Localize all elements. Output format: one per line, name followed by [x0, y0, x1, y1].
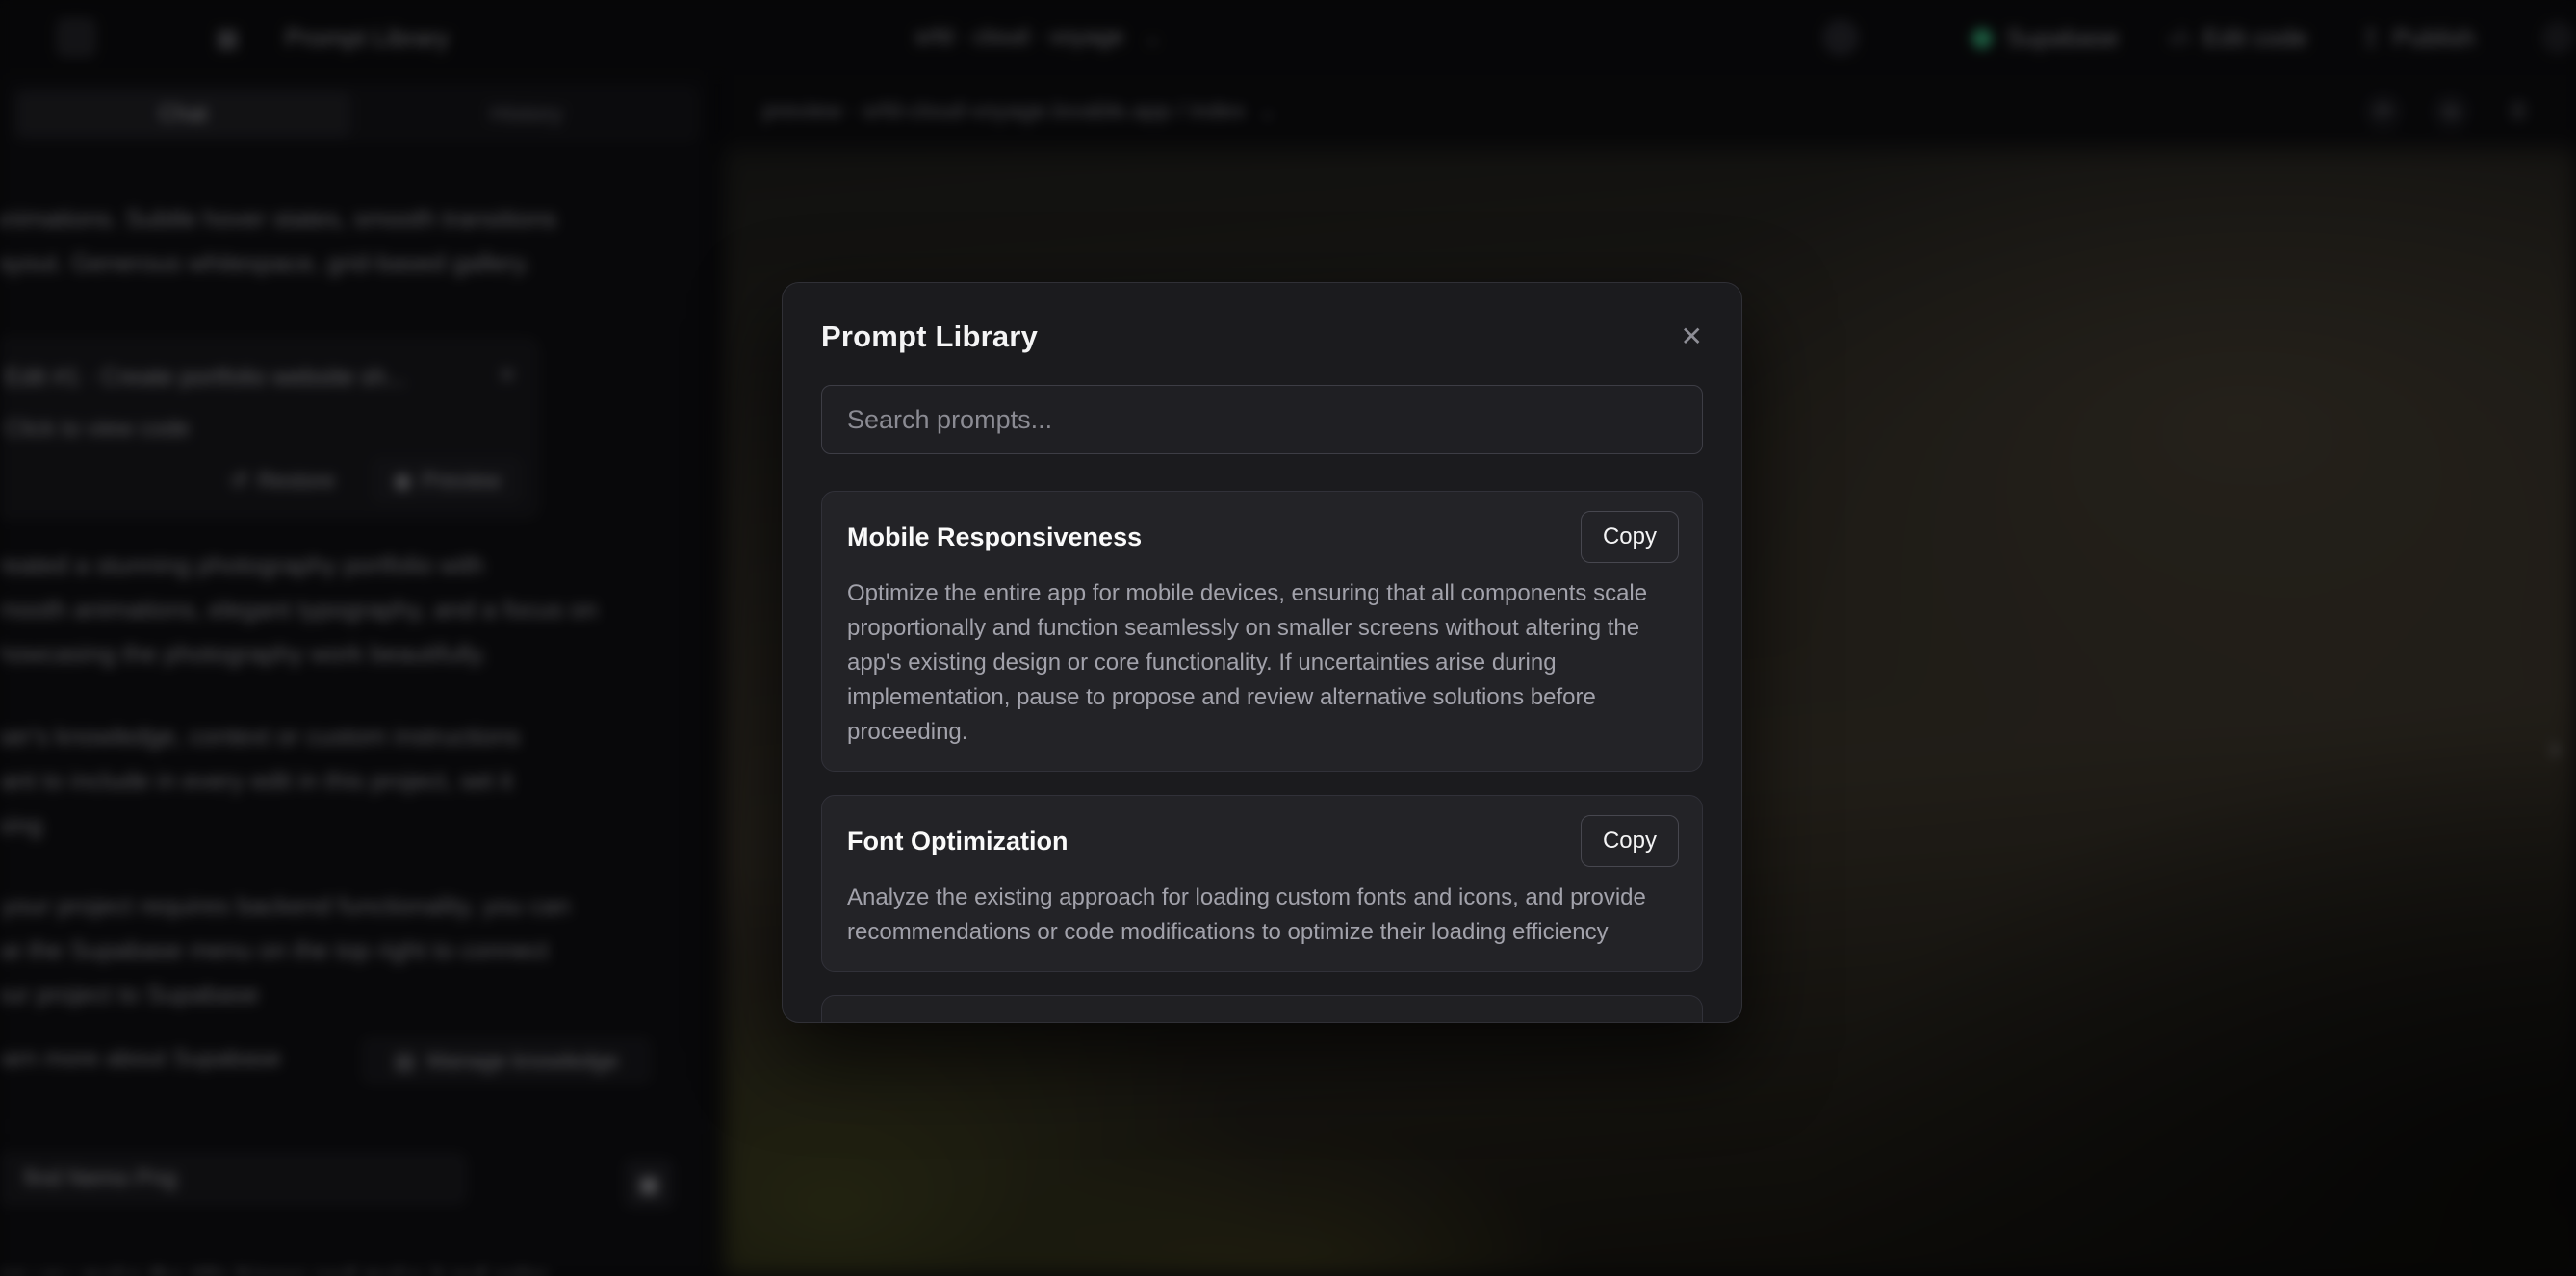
- prompt-description: Optimize the entire app for mobile devic…: [847, 576, 1679, 750]
- copy-button[interactable]: Copy: [1581, 511, 1679, 563]
- next-prompt-card-partial[interactable]: [821, 995, 1703, 1023]
- prompt-card-mobile-responsiveness: Mobile Responsiveness Copy Optimize the …: [821, 491, 1703, 772]
- prompt-card-header: Mobile Responsiveness Copy: [847, 511, 1679, 563]
- prompt-description: Analyze the existing approach for loadin…: [847, 880, 1679, 950]
- modal-header: Prompt Library ✕: [821, 319, 1703, 354]
- prompt-title: Mobile Responsiveness: [847, 523, 1142, 552]
- modal-title: Prompt Library: [821, 319, 1038, 354]
- prompt-list: Mobile Responsiveness Copy Optimize the …: [821, 491, 1703, 1023]
- screen: ▦ Prompt Library srfd · cloud · voyage ⌄…: [0, 0, 2576, 1276]
- prompt-library-modal: Prompt Library ✕ Mobile Responsiveness C…: [782, 282, 1742, 1023]
- copy-button[interactable]: Copy: [1581, 815, 1679, 867]
- search-input[interactable]: [821, 385, 1703, 454]
- prompt-card-header: Font Optimization Copy: [847, 815, 1679, 867]
- close-icon[interactable]: ✕: [1681, 323, 1703, 350]
- prompt-title: Font Optimization: [847, 827, 1068, 856]
- prompt-card-font-optimization: Font Optimization Copy Analyze the exist…: [821, 795, 1703, 972]
